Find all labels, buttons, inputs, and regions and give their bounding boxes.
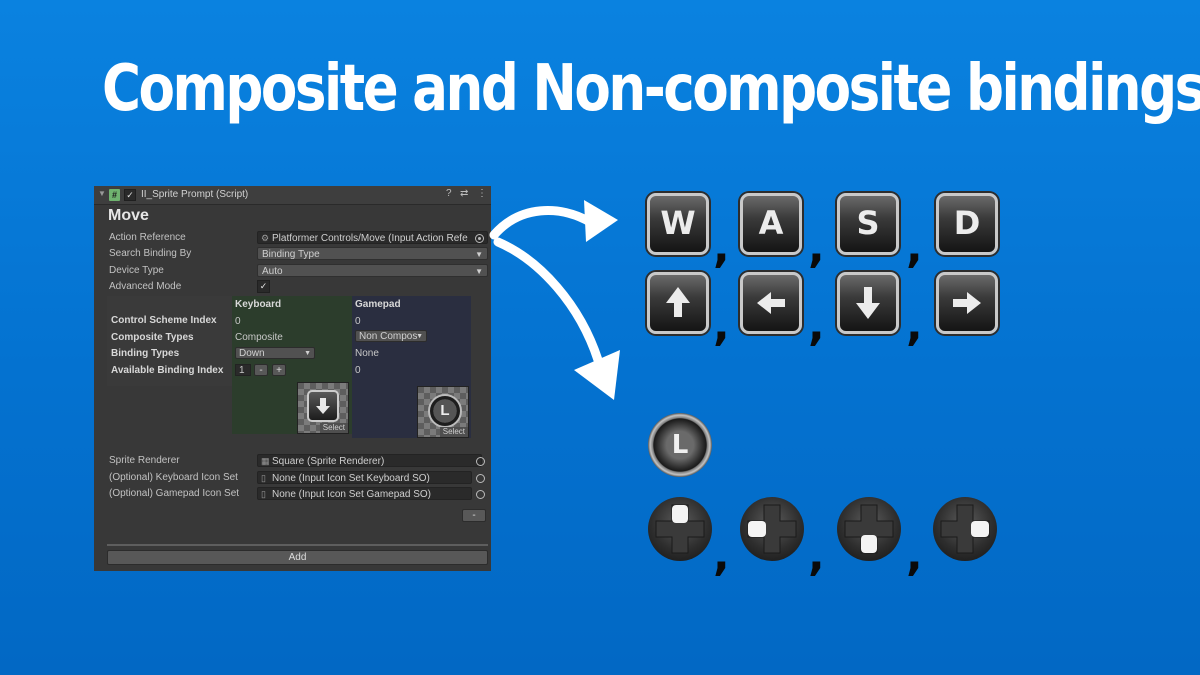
action-reference-value: Platformer Controls/Move (Input Action R… bbox=[272, 233, 468, 244]
section-title: Move bbox=[108, 207, 149, 224]
divider bbox=[107, 544, 488, 546]
keyboard-composite-type: Composite bbox=[235, 332, 283, 343]
gamepad-icon-set-field[interactable]: ▯ None (Input Icon Set Gamepad SO) bbox=[257, 487, 472, 500]
gamepad-control-scheme-index: 0 bbox=[355, 316, 361, 327]
sprite-renderer-picker-icon[interactable] bbox=[476, 457, 485, 466]
sprite-renderer-value: Square (Sprite Renderer) bbox=[272, 456, 385, 467]
add-binding-button[interactable]: Add bbox=[107, 550, 488, 565]
gamepad-l-button-icon: L bbox=[428, 394, 462, 428]
preset-icon[interactable]: ⇄ bbox=[460, 188, 468, 199]
keyboard-binding-index-field[interactable]: 1 bbox=[235, 364, 251, 376]
key-d-icon: D bbox=[936, 193, 998, 255]
sprite-renderer-label: Sprite Renderer bbox=[109, 455, 180, 466]
gamepad-composite-type-dropdown[interactable]: Non Compos ▼ bbox=[355, 330, 427, 342]
remove-binding-button[interactable]: - bbox=[462, 509, 486, 522]
action-reference-label: Action Reference bbox=[109, 232, 186, 243]
keyboard-header: Keyboard bbox=[235, 299, 282, 310]
keyboard-sprite-slot[interactable]: Select bbox=[297, 382, 349, 434]
gamepad-sprite-slot[interactable]: L Select bbox=[417, 386, 469, 438]
keyboard-icon-set-label: (Optional) Keyboard Icon Set bbox=[109, 472, 238, 483]
arrow-to-gamepad-icon bbox=[493, 237, 603, 365]
keyboard-binding-type-dropdown[interactable]: Down ▼ bbox=[235, 347, 315, 359]
separator: , bbox=[906, 530, 923, 581]
gamepad-binding-index: 0 bbox=[355, 365, 361, 376]
sprite-renderer-icon: ▦ bbox=[261, 456, 270, 466]
dpad-left-icon bbox=[740, 497, 804, 561]
inspector-panel: ▼ # ✓ II_Sprite Prompt (Script) ? ⇄ ⋮ Mo… bbox=[94, 186, 491, 571]
arrow-to-keyboard-icon bbox=[489, 206, 595, 240]
binding-index-decrement-button[interactable]: - bbox=[254, 364, 268, 376]
binding-types-label: Binding Types bbox=[111, 348, 180, 359]
separator: , bbox=[808, 300, 825, 351]
key-s-icon: S bbox=[837, 193, 899, 255]
key-down-arrow-icon bbox=[837, 272, 899, 334]
gamepad-binding-type: None bbox=[355, 348, 379, 359]
keyboard-icon-set-value: None (Input Icon Set Keyboard SO) bbox=[272, 473, 430, 484]
gamepad-l-button-icon: L bbox=[648, 413, 712, 477]
binding-index-increment-button[interactable]: + bbox=[272, 364, 286, 376]
separator: , bbox=[808, 530, 825, 581]
action-reference-field[interactable]: ⚙ Platformer Controls/Move (Input Action… bbox=[257, 231, 488, 244]
key-left-arrow-icon bbox=[740, 272, 802, 334]
script-icon: # bbox=[109, 189, 120, 201]
dpad-down-icon bbox=[837, 497, 901, 561]
key-up-arrow-icon bbox=[647, 272, 709, 334]
separator: , bbox=[713, 300, 730, 351]
separator: , bbox=[906, 300, 923, 351]
key-down-arrow-icon bbox=[307, 390, 339, 422]
dpad-up-icon bbox=[648, 497, 712, 561]
dropdown-arrow-icon: ▼ bbox=[304, 350, 311, 357]
arrow-head-keyboard-icon bbox=[584, 200, 618, 242]
sprite-renderer-field[interactable]: ▦ Square (Sprite Renderer) bbox=[257, 454, 482, 467]
keyboard-binding-type-value: Down bbox=[239, 348, 265, 359]
gamepad-header: Gamepad bbox=[355, 299, 401, 310]
device-type-dropdown[interactable]: Auto ▼ bbox=[257, 264, 488, 277]
gamepad-composite-type-value: Non Compos bbox=[359, 331, 418, 342]
component-title: II_Sprite Prompt (Script) bbox=[141, 189, 249, 200]
component-header[interactable]: ▼ # ✓ II_Sprite Prompt (Script) ? ⇄ ⋮ bbox=[94, 186, 491, 205]
component-enabled-checkbox[interactable]: ✓ bbox=[124, 189, 136, 201]
available-binding-index-label: Available Binding Index bbox=[111, 365, 224, 376]
search-binding-by-label: Search Binding By bbox=[109, 248, 192, 259]
advanced-mode-label: Advanced Mode bbox=[109, 281, 182, 292]
keyboard-control-scheme-index: 0 bbox=[235, 316, 241, 327]
search-binding-by-dropdown[interactable]: Binding Type ▼ bbox=[257, 247, 488, 260]
device-type-value: Auto bbox=[262, 266, 283, 277]
key-a-icon: A bbox=[740, 193, 802, 255]
gamepad-column: Gamepad 0 Non Compos ▼ None 0 L Select bbox=[352, 296, 471, 438]
binding-grid-labels: Control Scheme Index Composite Types Bin… bbox=[107, 296, 232, 386]
separator: , bbox=[713, 222, 730, 273]
separator: , bbox=[713, 530, 730, 581]
control-scheme-index-label: Control Scheme Index bbox=[111, 315, 217, 326]
asset-file-icon: ▯ bbox=[261, 473, 266, 483]
help-icon[interactable]: ? bbox=[446, 188, 452, 199]
keyboard-icon-set-field[interactable]: ▯ None (Input Icon Set Keyboard SO) bbox=[257, 471, 472, 484]
search-binding-by-value: Binding Type bbox=[262, 249, 320, 260]
gamepad-select-button[interactable]: Select bbox=[439, 427, 468, 437]
asset-file-icon: ▯ bbox=[261, 489, 266, 499]
separator: , bbox=[808, 222, 825, 273]
keyboard-icon-set-picker-icon[interactable] bbox=[476, 474, 485, 483]
gamepad-icon-set-picker-icon[interactable] bbox=[476, 490, 485, 499]
key-right-arrow-icon bbox=[936, 272, 998, 334]
keyboard-column: Keyboard 0 Composite Down ▼ 1 - + Select bbox=[232, 296, 352, 434]
gamepad-icon-set-label: (Optional) Gamepad Icon Set bbox=[109, 488, 240, 499]
composite-types-label: Composite Types bbox=[111, 332, 194, 343]
foldout-arrow-icon[interactable]: ▼ bbox=[98, 189, 106, 198]
dropdown-arrow-icon: ▼ bbox=[416, 333, 423, 340]
input-action-icon: ⚙ bbox=[261, 233, 270, 243]
arrows-graphic bbox=[489, 200, 620, 400]
advanced-mode-checkbox[interactable]: ✓ bbox=[257, 280, 270, 293]
device-type-label: Device Type bbox=[109, 265, 164, 276]
separator: , bbox=[906, 222, 923, 273]
dpad-right-icon bbox=[933, 497, 997, 561]
keyboard-select-button[interactable]: Select bbox=[319, 423, 348, 433]
gamepad-icon-set-value: None (Input Icon Set Gamepad SO) bbox=[272, 489, 431, 500]
headline: Composite and Non-composite bindings bbox=[102, 52, 1200, 126]
key-w-icon: W bbox=[647, 193, 709, 255]
